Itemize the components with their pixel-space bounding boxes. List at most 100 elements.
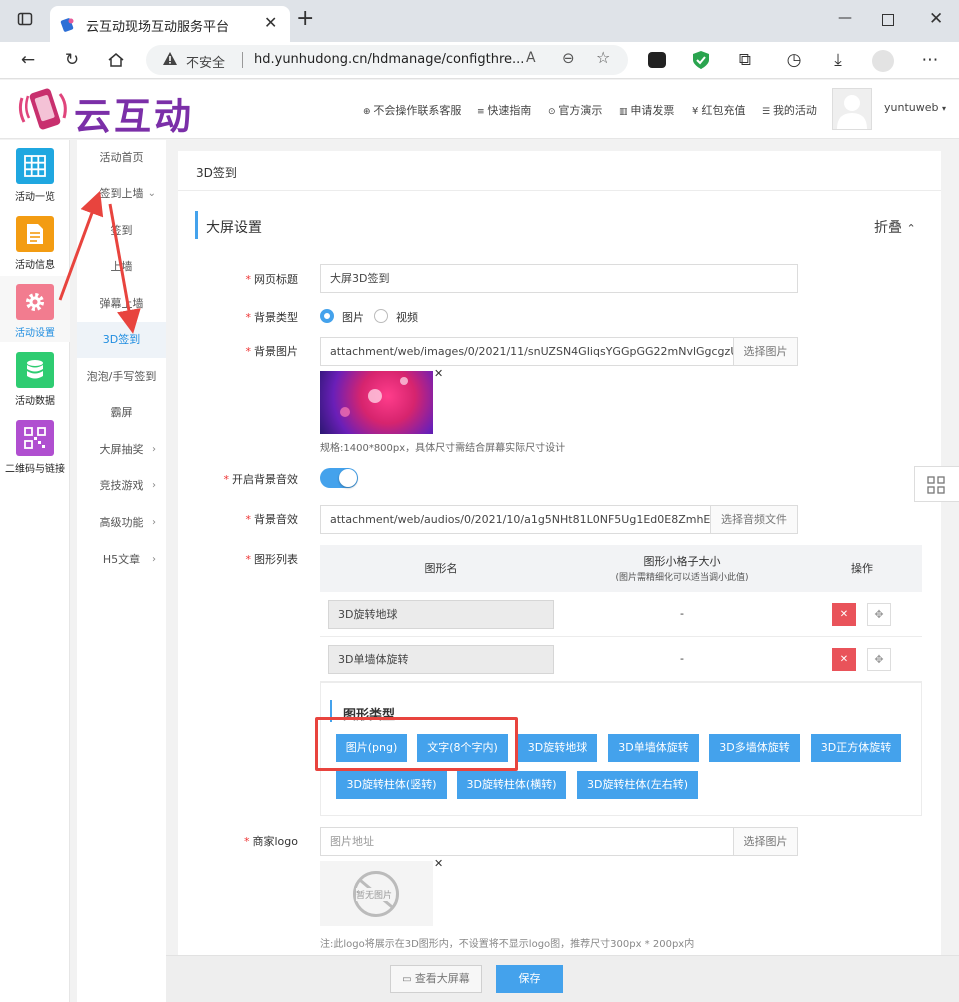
browser-tab[interactable]: 云互动现场互动服务平台 ✕ [50, 6, 290, 42]
remove-logo-icon[interactable]: ✕ [434, 857, 443, 870]
leftnav-item-settings[interactable]: 活动设置 [0, 276, 70, 342]
avatar[interactable] [832, 88, 872, 130]
shield-icon[interactable] [692, 50, 710, 74]
bg-sound-toggle[interactable] [320, 468, 358, 488]
chevron-right-icon: › [152, 554, 156, 565]
play-icon: ⊙ [548, 107, 559, 117]
subnav-item-games[interactable]: 竞技游戏 › [77, 468, 166, 504]
shape-type-cylinder-vertical-button[interactable]: 3D旋转柱体(竖转) [336, 771, 447, 799]
col-actions: 操作 [851, 562, 873, 575]
view-screen-button[interactable]: ▭ 查看大屏幕 [390, 965, 482, 993]
subnav-item-danmaku[interactable]: 弹幕上墙 [77, 286, 166, 322]
shape-type-cube-button[interactable]: 3D正方体旋转 [811, 734, 901, 762]
chevron-right-icon: › [152, 517, 156, 528]
shape-type-cylinder-leftright-button[interactable]: 3D旋转柱体(左右转) [577, 771, 698, 799]
omnibox-divider [242, 52, 243, 68]
profile-icon[interactable] [872, 50, 894, 72]
label-bg-sound: * 背景音效 [245, 513, 299, 526]
subnav-item-h5[interactable]: H5文章 › [77, 542, 166, 578]
radio-image-label: 图片 [342, 311, 364, 324]
chevron-up-icon: ⌃ [906, 222, 916, 235]
nav-my-activities[interactable]: ☰ 我的活动 [762, 102, 817, 118]
nav-quick-guide[interactable]: ≡ 快速指南 [477, 102, 531, 118]
page-title-input[interactable]: 大屏3D签到 [320, 264, 798, 293]
shape-name-field[interactable]: 3D旋转地球 [328, 600, 554, 629]
drag-handle-icon[interactable]: ✥ [867, 648, 891, 671]
qrcode-icon [16, 420, 54, 456]
col-cell-size: 图形小格子大小 [643, 555, 721, 568]
shape-type-cylinder-horizontal-button[interactable]: 3D旋转柱体(横转) [457, 771, 566, 799]
logo-path-input[interactable]: 图片地址 [320, 827, 734, 856]
subnav-item-takeover[interactable]: 霸屏 [77, 395, 166, 431]
document-icon [16, 216, 54, 252]
subnav-item-signin[interactable]: 签到 [77, 213, 166, 249]
collapse-toggle[interactable]: 折叠 ⌃ [874, 217, 916, 237]
nav-official-demo[interactable]: ⊙ 官方演示 [548, 102, 602, 118]
back-icon[interactable]: ← [16, 48, 40, 72]
history-icon[interactable]: ◷ [782, 48, 806, 72]
leftnav-item-qrcode[interactable]: 二维码与链接 [0, 412, 70, 478]
new-tab-icon[interactable]: + [296, 8, 314, 30]
delete-row-button[interactable]: ✕ [832, 648, 856, 671]
subnav-item-home[interactable]: 活动首页 [77, 140, 166, 176]
database-icon [16, 352, 54, 388]
shape-type-single-wall-button[interactable]: 3D单墙体旋转 [608, 734, 699, 762]
chevron-right-icon: › [152, 480, 156, 491]
username[interactable]: yuntuweb ▾ [884, 101, 946, 114]
remove-bg-image-icon[interactable]: ✕ [434, 367, 443, 380]
subnav-item-advanced[interactable]: 高级功能 › [77, 505, 166, 541]
choose-logo-button[interactable]: 选择图片 [733, 827, 798, 856]
logo-preview-placeholder: 暂无图片 [320, 861, 433, 926]
shape-type-multi-wall-button[interactable]: 3D多墙体旋转 [709, 734, 800, 762]
nav-contact-service[interactable]: ⊕ 不会操作联系客服 [363, 102, 461, 118]
zoom-icon[interactable]: ⊖ [562, 49, 575, 67]
subnav-item-wall[interactable]: 上墙 [77, 249, 166, 285]
radio-image[interactable] [320, 309, 334, 323]
subnav-item-signin-wall[interactable]: 签到上墙 ⌄ [77, 176, 166, 212]
delete-row-button[interactable]: ✕ [832, 603, 856, 626]
tab-actions-icon[interactable] [13, 10, 37, 34]
table-row: 3D旋转地球 - ✕ ✥ [320, 592, 922, 637]
shape-size-value: - [680, 607, 684, 620]
monitor-icon: ▭ [402, 974, 415, 985]
download-icon[interactable]: ⤓ [826, 48, 850, 72]
omnibox[interactable]: 不安全 hd.yunhudong.cn/hdmanage/configthre.… [146, 45, 628, 75]
chevron-right-icon: › [152, 444, 156, 455]
close-window-icon[interactable]: ✕ [929, 9, 943, 29]
choose-bg-image-button[interactable]: 选择图片 [733, 337, 798, 366]
annotation-highlight-box [315, 717, 518, 771]
nav-invoice[interactable]: ▥ 申请发票 [619, 102, 674, 118]
shape-name-field[interactable]: 3D单墙体旋转 [328, 645, 554, 674]
more-menu-icon[interactable]: ⋯ [918, 48, 942, 72]
leftnav-item-overview[interactable]: 活动一览 [0, 140, 70, 206]
subnav-item-bubble-signin[interactable]: 泡泡/手写签到 [77, 359, 166, 395]
minimize-icon[interactable]: — [838, 10, 852, 26]
save-button[interactable]: 保存 [496, 965, 563, 993]
close-tab-icon[interactable]: ✕ [264, 13, 277, 32]
subnav-item-lottery[interactable]: 大屏抽奖 › [77, 432, 166, 468]
extension-mask-icon[interactable] [648, 52, 666, 68]
bg-sound-path-input[interactable]: attachment/web/audios/0/2021/10/a1g5NHt8… [320, 505, 711, 534]
choose-audio-button[interactable]: 选择音频文件 [710, 505, 798, 534]
leftnav-item-info[interactable]: 活动信息 [0, 208, 70, 274]
nav-recharge[interactable]: ¥ 红包充值 [692, 102, 746, 118]
home-icon[interactable] [107, 51, 125, 73]
radio-video[interactable] [374, 309, 388, 323]
warning-icon [162, 51, 178, 70]
leftnav-item-data[interactable]: 活动数据 [0, 344, 70, 410]
maximize-icon[interactable] [882, 14, 894, 26]
shape-type-globe-button[interactable]: 3D旋转地球 [518, 734, 597, 762]
drag-handle-icon[interactable]: ✥ [867, 603, 891, 626]
extensions-icon[interactable]: ⧉ [733, 48, 757, 72]
label-shape-list: * 图形列表 [245, 553, 299, 566]
no-image-text: 暂无图片 [356, 888, 393, 901]
subnav-item-3d-signin[interactable]: 3D签到 [77, 322, 166, 358]
refresh-icon[interactable]: ↻ [60, 48, 84, 72]
url-text[interactable]: hd.yunhudong.cn/hdmanage/configthre... [254, 52, 524, 67]
bg-image-path-input[interactable]: attachment/web/images/0/2021/11/snUZSN4G… [320, 337, 734, 366]
radio-video-label: 视频 [396, 311, 418, 324]
floating-qrcode-button[interactable] [914, 466, 959, 502]
read-aloud-icon[interactable]: A [526, 50, 536, 66]
browser-tab-bar: 云互动现场互动服务平台 ✕ + — ✕ [0, 0, 959, 42]
favorite-add-icon[interactable]: ☆ [596, 48, 610, 67]
